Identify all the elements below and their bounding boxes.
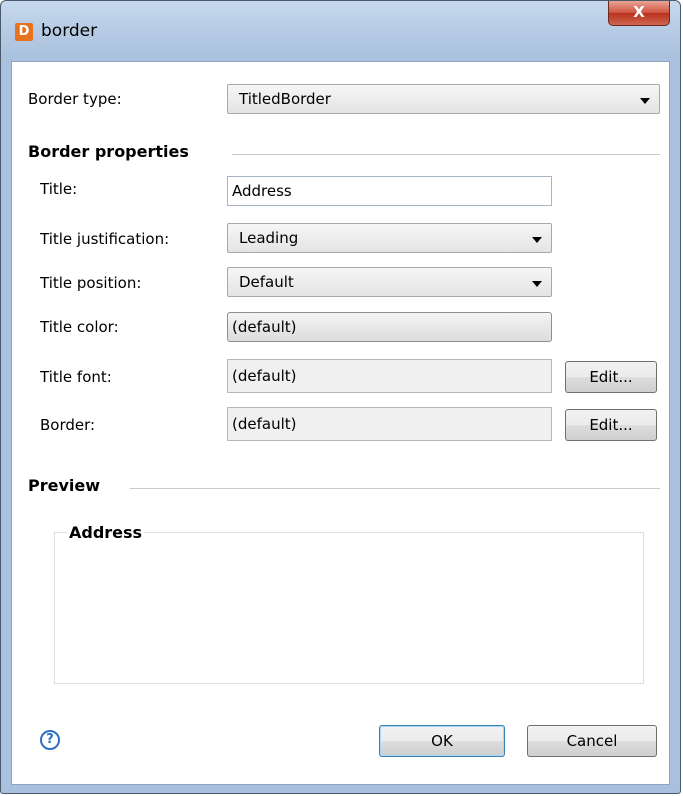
border-type-label: Border type: (28, 90, 122, 108)
title-font-value: (default) (232, 367, 297, 385)
section-divider (232, 154, 660, 155)
chevron-down-icon (532, 281, 542, 287)
title-justification-value: Leading (239, 229, 299, 247)
title-color-button[interactable]: (default) (227, 312, 552, 342)
title-input-value: Address (232, 182, 292, 200)
window-title: border (41, 21, 98, 41)
border-field: (default) (227, 407, 552, 441)
border-properties-heading: Border properties (28, 142, 189, 161)
border-type-select[interactable]: TitledBorder (227, 84, 660, 114)
title-font-label: Title font: (40, 368, 112, 386)
title-position-label: Title position: (40, 274, 142, 292)
app-icon: D (15, 23, 33, 41)
border-edit-button[interactable]: Edit... (565, 409, 657, 441)
title-label: Title: (40, 180, 78, 198)
title-justification-label: Title justification: (40, 230, 170, 248)
title-position-select[interactable]: Default (227, 267, 552, 297)
title-position-value: Default (239, 273, 294, 291)
ok-button[interactable]: OK (379, 725, 505, 757)
cancel-button[interactable]: Cancel (527, 725, 657, 757)
chevron-down-icon (532, 237, 542, 243)
close-button[interactable]: X (608, 1, 670, 26)
title-color-label: Title color: (40, 318, 119, 336)
border-label: Border: (40, 416, 96, 434)
dialog-content: Border type: TitledBorder Border propert… (11, 61, 670, 785)
section-divider (130, 488, 660, 489)
help-icon[interactable]: ? (40, 730, 60, 750)
preview-heading: Preview (28, 476, 101, 495)
dialog-window: D border X Border type: TitledBorder Bor… (0, 0, 681, 794)
title-font-edit-button[interactable]: Edit... (565, 361, 657, 393)
border-type-value: TitledBorder (239, 90, 331, 108)
title-justification-select[interactable]: Leading (227, 223, 552, 253)
border-value: (default) (232, 415, 297, 433)
title-color-value: (default) (232, 318, 297, 336)
title-font-field: (default) (227, 359, 552, 393)
title-bar[interactable]: D border X (1, 1, 680, 63)
preview-title: Address (67, 523, 145, 542)
title-input[interactable]: Address (227, 176, 552, 206)
chevron-down-icon (640, 98, 650, 104)
border-preview: Address (54, 523, 644, 684)
